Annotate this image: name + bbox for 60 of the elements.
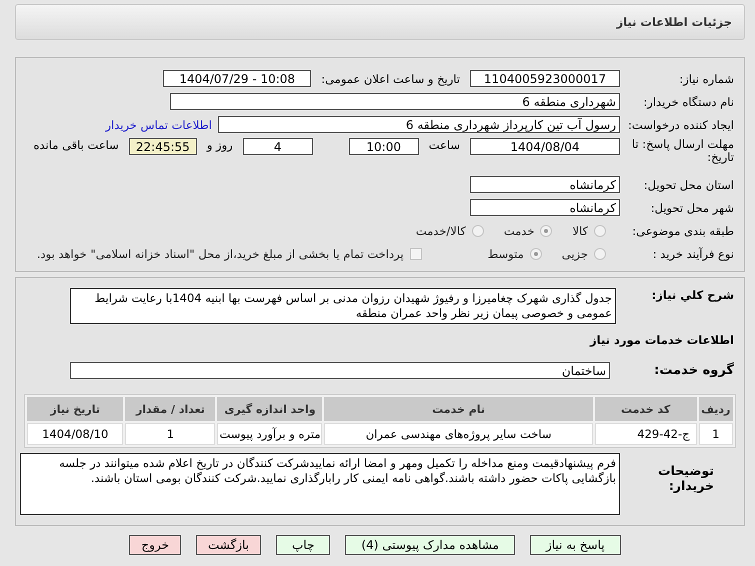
- province-field[interactable]: کرمانشاه: [470, 176, 620, 193]
- field-label: ساعت: [428, 138, 460, 152]
- field-label: گروه خدمت:: [653, 363, 734, 378]
- announce-date-field[interactable]: 1404/07/29 - 10:08: [163, 70, 312, 87]
- section-heading: اطلاعات خدمات مورد نیاز: [588, 333, 734, 347]
- radio-label: جزیی: [562, 246, 588, 260]
- column-header: تاریخ نیاز: [27, 397, 124, 421]
- deadline-time-field[interactable]: 10:00: [348, 138, 419, 155]
- column-header: واحد اندازه گیری: [217, 397, 322, 421]
- action-button[interactable]: بازگشت: [196, 535, 261, 555]
- days-field[interactable]: 4: [242, 138, 313, 155]
- checkbox[interactable]: [410, 248, 422, 260]
- table-cell: 1404/08/10: [27, 423, 124, 445]
- column-header: ردیف: [698, 397, 733, 421]
- need-number-field[interactable]: 1104005923000017: [470, 70, 620, 87]
- table-cell: ساخت سایر پروژه‌های مهندسی عمران: [324, 423, 593, 445]
- field-label: استان محل تحویل:: [642, 178, 734, 192]
- field-label: ساعت باقی مانده: [34, 138, 119, 152]
- radio-button[interactable]: [594, 224, 606, 236]
- buyer-org-field[interactable]: شهرداری منطقه 6: [170, 93, 620, 110]
- radio-label: کالا: [572, 224, 588, 238]
- field-label: ایجاد کننده درخواست:: [627, 118, 734, 132]
- deadline-date-field[interactable]: 1404/08/04: [470, 138, 620, 155]
- radio-button[interactable]: [540, 224, 552, 236]
- field-label: شهر محل تحویل:: [650, 200, 734, 214]
- field-label: مهلت ارسال پاسخ: تا تاریخ:: [630, 138, 734, 164]
- service-group-field[interactable]: ساختمان: [70, 362, 610, 379]
- table-cell: متره و برآورد پیوست: [217, 423, 322, 445]
- requester-field[interactable]: رسول آب تین کارپرداز شهرداری منطقه 6: [218, 116, 620, 133]
- field-label: توضیحات خریدار:: [657, 462, 715, 493]
- field-label: شرح کلي نياز:: [650, 288, 734, 302]
- column-header: کد خدمت: [594, 397, 697, 421]
- page-title: جزئیات اطلاعات نیاز: [616, 15, 732, 29]
- buyer-contact-link[interactable]: اطلاعات تماس خریدار: [105, 118, 212, 132]
- table-cell: ج-42-429: [594, 423, 697, 445]
- radio-button[interactable]: [594, 248, 606, 260]
- field-label: تاریخ و ساعت اعلان عمومی:: [321, 72, 460, 86]
- radio-button[interactable]: [472, 224, 484, 236]
- action-button[interactable]: خروج: [129, 535, 181, 555]
- field-label: شماره نیاز:: [678, 72, 734, 86]
- action-button[interactable]: چاپ: [276, 535, 330, 555]
- radio-button[interactable]: [530, 248, 542, 260]
- remaining-time-field: 22:45:55: [128, 138, 197, 155]
- action-button[interactable]: مشاهده مدارک پیوستی (4): [345, 535, 515, 555]
- field-label: نوع فرآیند خرید :: [652, 246, 734, 260]
- column-header: تعداد / مقدار: [125, 397, 216, 421]
- radio-label: خدمت: [504, 224, 534, 238]
- radio-label: کالا/خدمت: [416, 224, 466, 238]
- field-label: نام دستگاه خریدار:: [642, 94, 734, 108]
- table-cell: 1: [125, 423, 216, 445]
- action-button[interactable]: پاسخ به نیاز: [530, 535, 621, 555]
- radio-label: متوسط: [488, 246, 524, 260]
- table-cell: 1: [698, 423, 733, 445]
- buyer-notes-field[interactable]: فرم پیشنهادقیمت ومنع مداخله را تکمیل ومهر و امضا ارائه نماییدشرکت کنندگان در تاریخ اعلام شده میتوانند در جلسه بازگشایی پاکات حضور داشته باشند.گواهی نامه ایمنی کار رابارگذاری نمایید.شرکت کنندگان بومی استان باشند.: [20, 453, 620, 515]
- field-label: طبقه بندی موضوعی:: [631, 224, 734, 238]
- column-header: نام خدمت: [324, 397, 593, 421]
- field-label: روز و: [206, 138, 233, 152]
- checkbox-label: پرداخت تمام یا بخشی از مبلغ خرید،از محل "اسناد خزانه اسلامی" خواهد بود.: [36, 246, 404, 260]
- city-field[interactable]: کرمانشاه: [470, 199, 620, 216]
- description-field[interactable]: جدول گذاری شهرک چغامیرزا و رفیوژ شهیدان رزوان مدنی بر اساس فهرست بها ابنیه 1404با رعایت شرایط عمومی و خصوصی پیمان زیر نظر واحد عمران منطقه: [70, 288, 616, 324]
